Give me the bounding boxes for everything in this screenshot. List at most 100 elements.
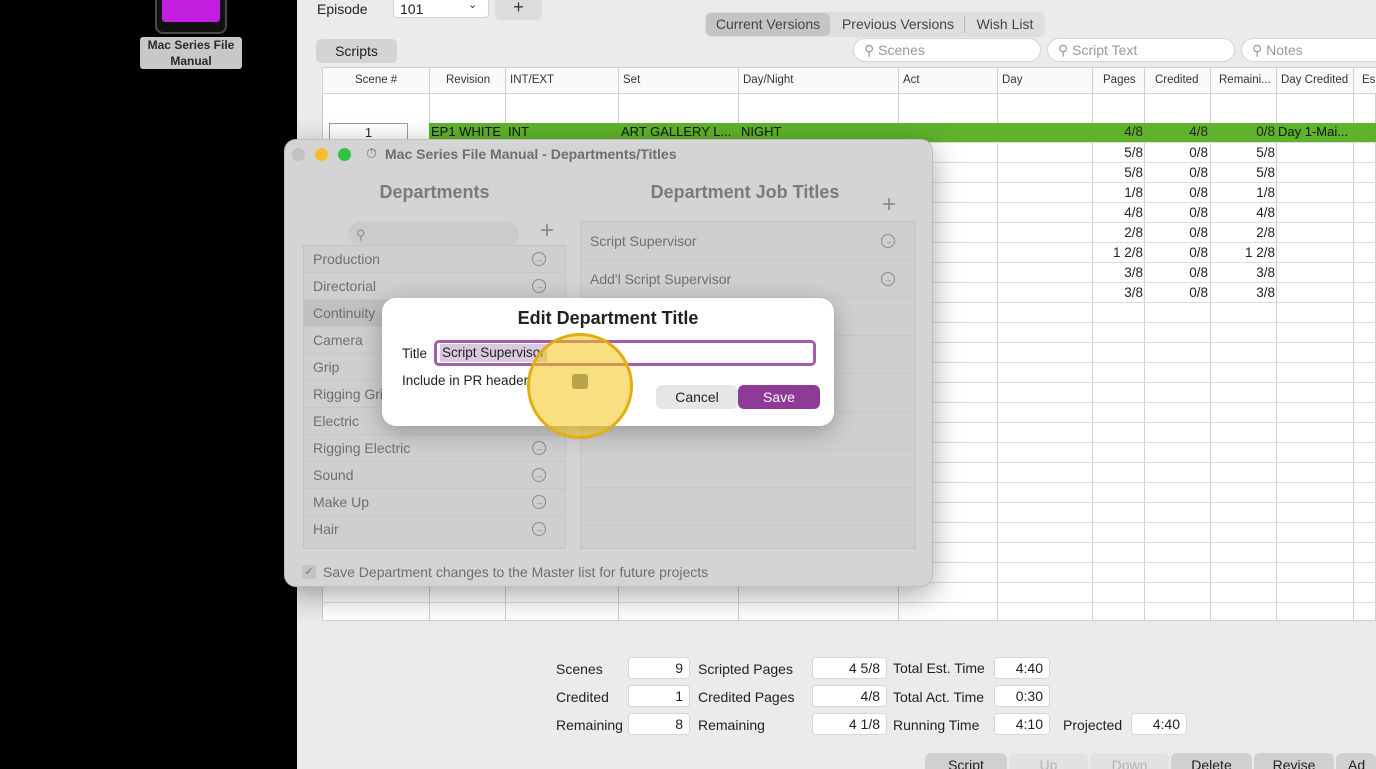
list-item[interactable]: Rigging Electric → [304, 435, 565, 462]
stat-credited-label: Credited [556, 689, 609, 705]
revise-button[interactable]: Revise [1254, 753, 1334, 769]
stat-remaining-label: Remaining [556, 717, 623, 733]
cell-pages: 5/8 [1124, 145, 1143, 160]
col-pages[interactable]: Pages [1103, 74, 1136, 88]
search-icon: ⚲ [1252, 42, 1267, 58]
stat-projected-value: 4:40 [1131, 713, 1187, 735]
cell-credited: 0/8 [1189, 185, 1208, 200]
cell-pages: 1/8 [1124, 185, 1143, 200]
title-label: Title [402, 346, 428, 361]
script-text-search-input[interactable]: ⚲ Script Text [1047, 38, 1235, 62]
stat-projected-label: Projected [1063, 717, 1123, 733]
stat-total-est-label: Total Est. Time [893, 660, 985, 676]
cell-pages: 4/8 [1124, 124, 1143, 139]
col-act[interactable]: Act [903, 74, 920, 88]
stat-remaining-pages-label: Remaining [698, 717, 765, 733]
col-credited[interactable]: Credited [1155, 74, 1198, 88]
list-item[interactable]: Sound → [304, 462, 565, 489]
delete-button[interactable]: Delete [1171, 753, 1252, 769]
stat-remaining-value: 8 [628, 713, 690, 735]
cell-credited: 0/8 [1189, 265, 1208, 280]
arrow-right-icon: → [532, 441, 546, 455]
cell-credited: 0/8 [1189, 225, 1208, 240]
cancel-button[interactable]: Cancel [656, 385, 738, 409]
col-day[interactable]: Day [1002, 74, 1022, 88]
cell-day-credited: Day 1-Mai... [1278, 124, 1349, 139]
cell-remaining: 1 2/8 [1244, 245, 1275, 260]
cell-remaining: 4/8 [1256, 205, 1275, 220]
departments-search-input[interactable]: ⚲ [348, 222, 519, 246]
window-close-button[interactable] [292, 148, 305, 161]
include-pr-header-checkbox[interactable] [572, 374, 588, 389]
col-remaining[interactable]: Remaini... [1219, 74, 1271, 88]
save-master-checkbox[interactable]: ✓ [302, 565, 316, 579]
scenes-search-input[interactable]: ⚲ Scenes [853, 38, 1041, 62]
col-day-night[interactable]: Day/Night [743, 74, 794, 88]
down-button[interactable]: Down [1090, 753, 1169, 769]
up-button[interactable]: Up [1009, 753, 1088, 769]
stat-running-label: Running Time [893, 717, 980, 733]
tab-wish-list[interactable]: Wish List [966, 13, 1044, 36]
cell-pages: 3/8 [1124, 265, 1143, 280]
cell-credited: 0/8 [1189, 205, 1208, 220]
cell-credited: 0/8 [1189, 145, 1208, 160]
list-item[interactable]: Add'l Script Supervisor → [581, 260, 915, 298]
stat-credited-pages-label: Credited Pages [698, 689, 795, 705]
departments-heading: Departments [379, 182, 490, 202]
cell-credited: 4/8 [1189, 124, 1208, 139]
notes-search-input[interactable]: ⚲ Notes [1241, 38, 1376, 62]
arrow-right-icon: → [881, 234, 895, 248]
col-revision[interactable]: Revision [446, 74, 490, 88]
app-file-icon[interactable] [155, 0, 227, 34]
search-icon: ⚲ [356, 227, 366, 242]
cell-revision: EP1 WHITE [431, 124, 502, 139]
stat-scripted-pages-value: 4 5/8 [812, 657, 887, 679]
stat-total-act-label: Total Act. Time [893, 689, 985, 705]
cell-remaining: 3/8 [1256, 285, 1275, 300]
tab-previous-versions[interactable]: Previous Versions [833, 13, 963, 36]
add-job-title-button[interactable]: + [882, 193, 896, 217]
stat-running-value: 4:10 [994, 713, 1050, 735]
search-icon: ⚲ [1058, 42, 1073, 58]
tab-current-versions[interactable]: Current Versions [706, 13, 830, 36]
cell-day-night: NIGHT [741, 124, 782, 139]
stat-credited-pages-value: 4/8 [812, 685, 887, 707]
sheet-heading: Edit Department Title [517, 308, 699, 328]
list-item[interactable]: Production → [304, 246, 565, 273]
add-department-button[interactable]: + [540, 219, 554, 243]
episode-label: Episode [317, 1, 368, 17]
cell-int-ext: INT [508, 124, 529, 139]
col-est[interactable]: Es [1362, 74, 1375, 88]
script-button[interactable]: Script [925, 753, 1007, 769]
cell-remaining: 5/8 [1256, 145, 1275, 160]
col-int-ext[interactable]: INT/EXT [510, 74, 554, 88]
list-item[interactable]: Make Up → [304, 489, 565, 516]
arrow-right-icon: → [881, 272, 895, 286]
window-title: Mac Series File Manual - Departments/Tit… [385, 146, 677, 162]
cell-pages: 4/8 [1124, 205, 1143, 220]
arrow-right-icon: → [532, 468, 546, 482]
list-item[interactable]: Directorial → [304, 273, 565, 300]
arrow-right-icon: → [532, 495, 546, 509]
col-scene[interactable]: Scene # [355, 74, 397, 88]
title-input-value: Script Supervisor [440, 344, 547, 362]
include-pr-header-label: Include in PR header [402, 373, 529, 388]
cell-remaining: 1/8 [1256, 185, 1275, 200]
add-episode-button[interactable]: + [495, 0, 542, 20]
stat-scripted-pages-label: Scripted Pages [698, 661, 793, 677]
col-set[interactable]: Set [623, 74, 640, 88]
cell-set: ART GALLERY L... [621, 124, 732, 139]
window-zoom-button[interactable] [338, 148, 351, 161]
save-button[interactable]: Save [738, 385, 820, 409]
cell-remaining: 2/8 [1256, 225, 1275, 240]
list-item[interactable]: Script Supervisor → [581, 222, 915, 260]
scripts-button[interactable]: Scripts [316, 39, 397, 63]
desktop-icon-label: Mac Series File Manual [140, 37, 242, 69]
cell-credited: 0/8 [1189, 285, 1208, 300]
col-day-credited[interactable]: Day Credited [1281, 74, 1348, 88]
window-minimize-button[interactable] [315, 148, 328, 161]
list-item[interactable]: Hair → [304, 516, 565, 543]
cell-pages: 5/8 [1124, 165, 1143, 180]
add-button[interactable]: Ad [1336, 753, 1376, 769]
episode-select[interactable]: 101 ⌄ [393, 0, 489, 18]
